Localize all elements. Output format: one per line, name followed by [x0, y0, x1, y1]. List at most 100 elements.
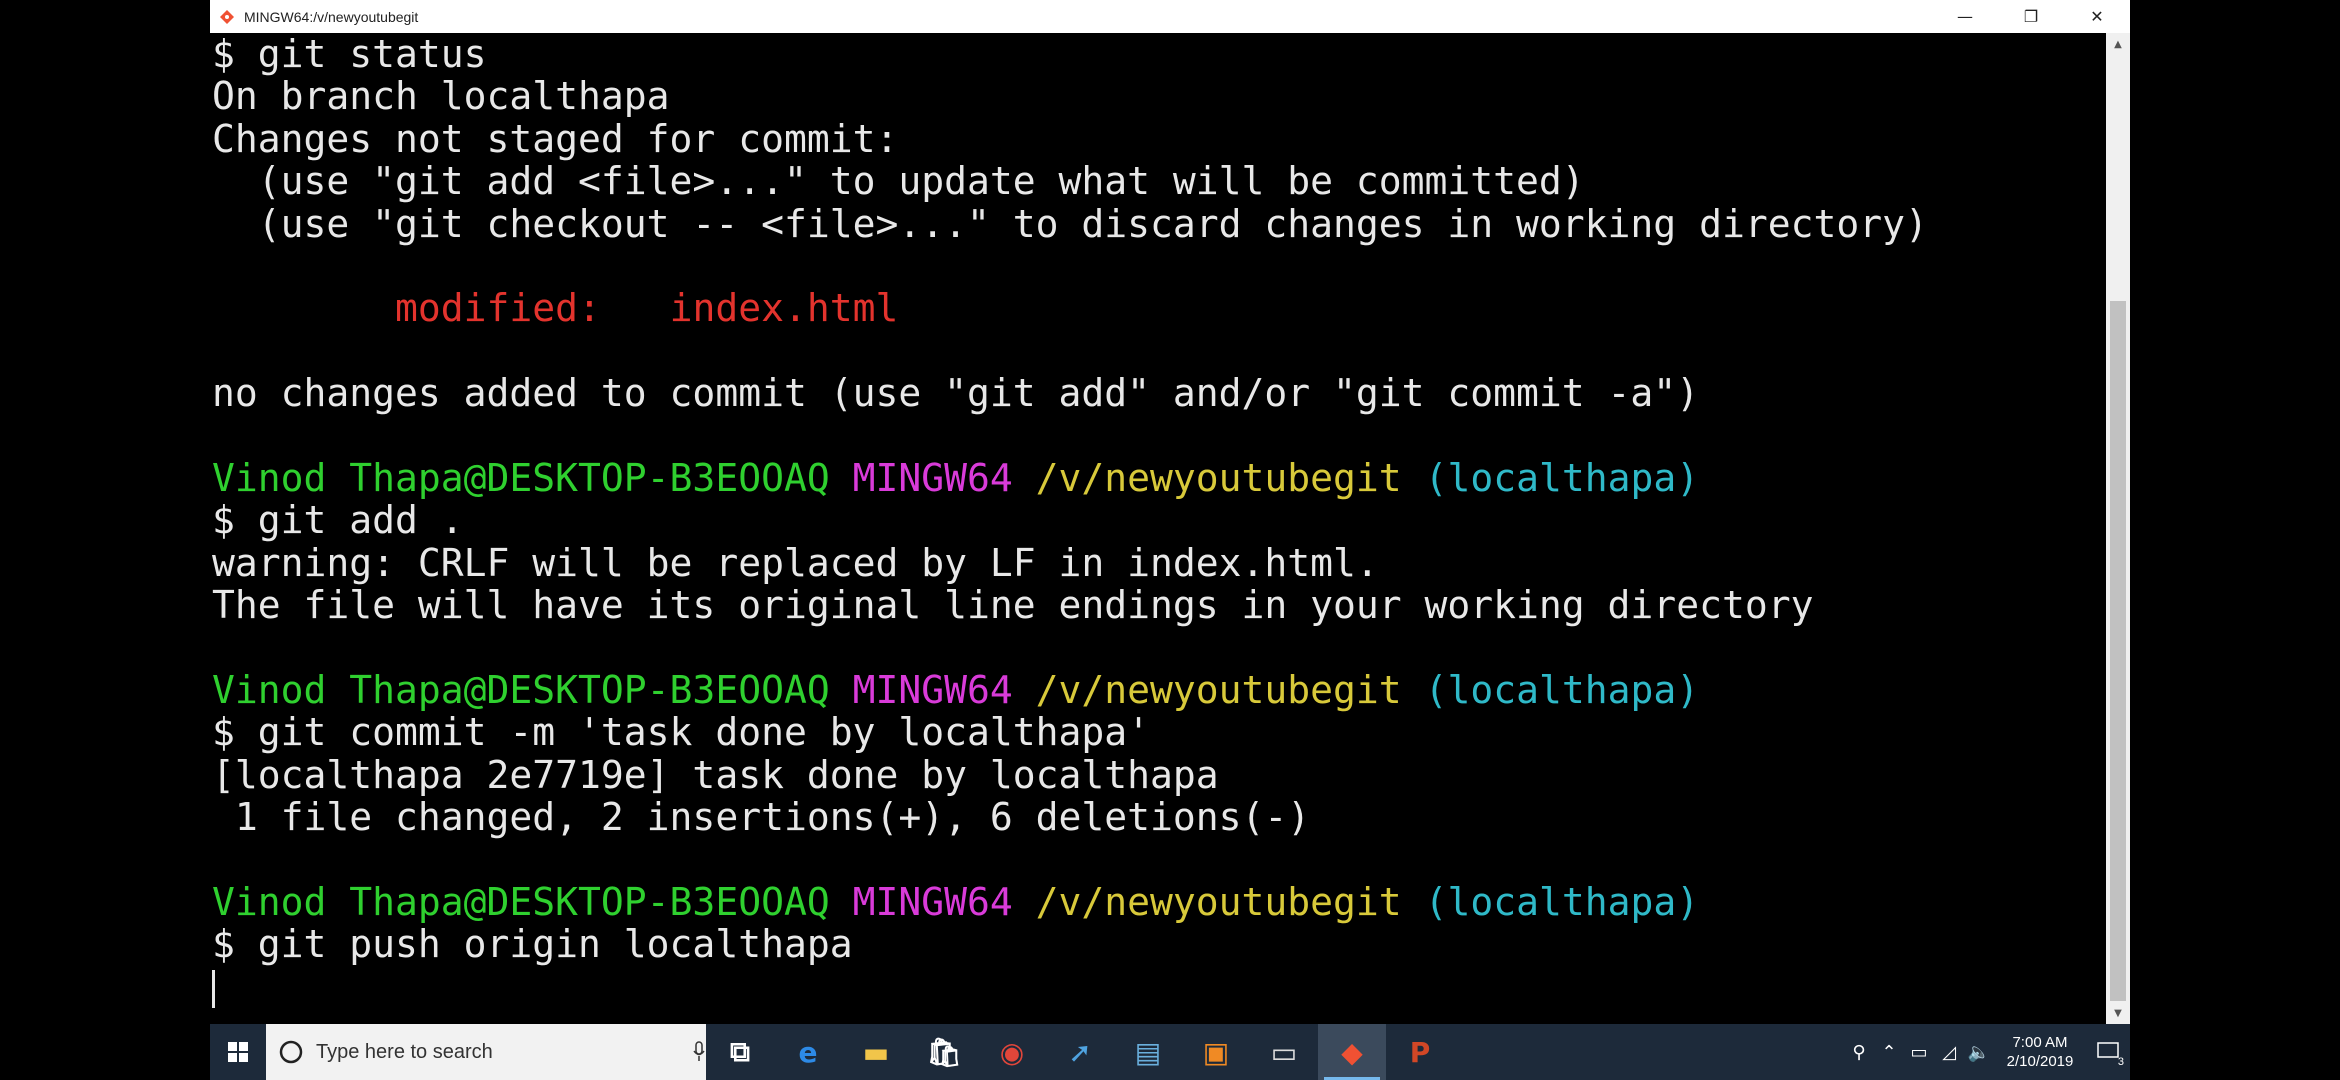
taskbar-apps: ⧉ e ▬ 🛍 ◉ ➚ ▤ ▣ ▭ ◆ P — [706, 1024, 1454, 1080]
terminal-text: 1 file changed, 2 insertions(+), 6 delet… — [212, 795, 1311, 840]
chevron-up-icon[interactable]: ⌃ — [1874, 1024, 1904, 1080]
task-view-icon-glyph: ⧉ — [730, 1035, 750, 1068]
people-icon[interactable]: ⚲ — [1844, 1024, 1874, 1080]
terminal-text: (use "git add <file>..." to update what … — [212, 159, 1585, 204]
terminal-text: Vinod Thapa@DESKTOP-B3EOOAQ — [212, 455, 853, 500]
git-icon-glyph: ◆ — [1341, 1035, 1363, 1069]
terminal-text: $ git add . — [212, 498, 464, 543]
terminal-text: $ git push origin localthapa — [212, 922, 853, 967]
terminal-line: modified: index.html — [212, 287, 2106, 329]
volume-icon[interactable]: 🔈 — [1964, 1024, 1994, 1080]
clock-time: 7:00 AM — [2012, 1034, 2068, 1051]
scroll-up-icon[interactable]: ▲ — [2106, 33, 2130, 55]
terminal-line: On branch localthapa — [212, 75, 2106, 117]
desktop-screen: MINGW64:/v/newyoutubegit — ❐ ✕ $ git sta… — [210, 0, 2130, 1080]
window-title: MINGW64:/v/newyoutubegit — [244, 8, 419, 25]
taskbar: Type here to search ⧉ e ▬ 🛍 ◉ ➚ ▤ ▣ ▭ ◆ P ⚲ ⌃ ▭ ◿ … — [210, 1024, 2130, 1080]
terminal-text: Vinod Thapa@DESKTOP-B3EOOAQ — [212, 879, 853, 924]
scrollbar-thumb[interactable] — [2110, 301, 2126, 1001]
terminal-text: [localthapa 2e7719e] task done by localt… — [212, 752, 1219, 797]
clock[interactable]: 7:00 AM 2/10/2019 — [1994, 1033, 2086, 1071]
chrome-icon-glyph: ◉ — [999, 1035, 1025, 1069]
terminal-text: MINGW64 — [852, 667, 1036, 712]
terminal-text: MINGW64 — [852, 879, 1036, 924]
app-icon-glyph: ➚ — [1068, 1035, 1092, 1069]
terminal-line: Vinod Thapa@DESKTOP-B3EOOAQ MINGW64 /v/n… — [212, 881, 2106, 923]
terminal-text: Vinod Thapa@DESKTOP-B3EOOAQ — [212, 667, 853, 712]
chrome-icon[interactable]: ◉ — [978, 1024, 1046, 1080]
powerpoint-icon-glyph: P — [1409, 1035, 1431, 1069]
terminal-line: $ git commit -m 'task done by localthapa… — [212, 711, 2106, 753]
powerpoint-icon[interactable]: P — [1386, 1024, 1454, 1080]
terminal-text: Changes not staged for commit: — [212, 116, 899, 161]
terminal-line: (use "git checkout -- <file>..." to disc… — [212, 201, 2106, 246]
terminal-text: (localthapa) — [1424, 879, 1700, 924]
edge-icon[interactable]: e — [774, 1024, 842, 1080]
document-icon[interactable]: ▤ — [1114, 1024, 1182, 1080]
git-icon[interactable]: ◆ — [1318, 1024, 1386, 1080]
battery-icon[interactable]: ▭ — [1904, 1024, 1934, 1080]
close-button[interactable]: ✕ — [2064, 0, 2130, 33]
system-tray: ⚲ ⌃ ▭ ◿ 🔈 7:00 AM 2/10/2019 3 — [1844, 1024, 2130, 1080]
network-icon[interactable]: ◿ — [1934, 1024, 1964, 1080]
search-placeholder: Type here to search — [316, 1040, 493, 1063]
task-view-icon[interactable]: ⧉ — [706, 1024, 774, 1080]
terminal-text: On branch localthapa — [212, 74, 670, 119]
clock-date: 2/10/2019 — [2006, 1053, 2074, 1070]
taskbar-search-box[interactable]: Type here to search — [266, 1024, 706, 1080]
text-cursor — [212, 970, 215, 1009]
terminal-text: MINGW64 — [852, 455, 1036, 500]
terminal-text: (localthapa) — [1424, 455, 1700, 500]
terminal-line: (use "git add <file>..." to update what … — [212, 160, 2106, 202]
window-title-bar[interactable]: MINGW64:/v/newyoutubegit — ❐ ✕ — [210, 0, 2130, 33]
document-icon-glyph: ▤ — [1134, 1035, 1162, 1069]
file-explorer-icon-glyph: ▬ — [862, 1035, 890, 1069]
terminal-line — [212, 966, 2106, 1009]
terminal-text: /v/newyoutubegit — [1035, 667, 1425, 712]
terminal-line: $ git status — [212, 33, 2106, 75]
terminal-text: warning: CRLF will be replaced by LF in … — [212, 540, 1379, 585]
terminal-text: no changes added to commit (use "git add… — [212, 371, 1700, 416]
terminal-text: (use "git checkout -- <file>..." to disc… — [212, 201, 1928, 246]
terminal-line: $ git push origin localthapa — [212, 923, 2106, 965]
paint-icon[interactable]: ▣ — [1182, 1024, 1250, 1080]
store-icon[interactable]: 🛍 — [910, 1024, 978, 1080]
file-explorer-icon[interactable]: ▬ — [842, 1024, 910, 1080]
terminal-text: /v/newyoutubegit — [1035, 455, 1425, 500]
scroll-down-icon[interactable]: ▼ — [2106, 1002, 2130, 1024]
search-icon — [279, 1040, 303, 1064]
app-icon[interactable]: ➚ — [1046, 1024, 1114, 1080]
windows-logo-icon — [228, 1042, 248, 1062]
maximize-button[interactable]: ❐ — [1998, 0, 2064, 33]
terminal-line: no changes added to commit (use "git add… — [212, 372, 2106, 414]
terminal-text: modified: index.html — [395, 286, 899, 331]
paint-icon-glyph: ▣ — [1202, 1035, 1230, 1069]
terminal-line: $ git add . — [212, 499, 2106, 541]
terminal-line: 1 file changed, 2 insertions(+), 6 delet… — [212, 796, 2106, 838]
terminal-line: Vinod Thapa@DESKTOP-B3EOOAQ MINGW64 /v/n… — [212, 669, 2106, 711]
terminal-icon[interactable]: ▭ — [1250, 1024, 1318, 1080]
terminal-icon-glyph: ▭ — [1270, 1035, 1298, 1069]
notification-count: 3 — [2117, 1056, 2124, 1068]
terminal-line: warning: CRLF will be replaced by LF in … — [212, 540, 2106, 585]
window-controls: — ❐ ✕ — [1932, 0, 2130, 33]
terminal-text: $ git status — [212, 32, 487, 76]
notifications-icon[interactable]: 3 — [2086, 1024, 2130, 1080]
minimize-button[interactable]: — — [1932, 0, 1998, 33]
terminal-text: The file will have its original line end… — [212, 583, 1814, 628]
terminal-line: The file will have its original line end… — [212, 584, 2106, 626]
terminal-line: Changes not staged for commit: — [212, 118, 2106, 160]
start-button[interactable] — [210, 1024, 266, 1080]
vertical-scrollbar[interactable]: ▲ ▼ — [2106, 33, 2130, 1024]
terminal-text: $ git commit -m 'task done by localthapa… — [212, 710, 1150, 755]
terminal-text: /v/newyoutubegit — [1035, 879, 1425, 924]
microphone-icon — [693, 1041, 705, 1061]
edge-icon-glyph: e — [798, 1035, 818, 1069]
terminal-output[interactable]: $ git status On branch localthapa Changes … — [210, 33, 2106, 1024]
